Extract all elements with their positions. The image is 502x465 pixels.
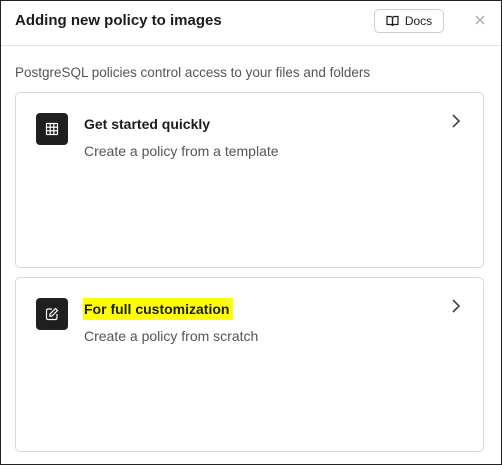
book-icon [386,15,399,27]
card-title: For full customization [83,298,234,320]
card-description: Create a policy from scratch [84,328,259,344]
chevron-right-icon [451,298,461,314]
dialog-header: Adding new policy to images Docs [1,1,501,46]
dialog-title: Adding new policy to images [15,12,222,29]
dialog-subtitle: PostgreSQL policies control access to yo… [15,65,371,80]
close-icon[interactable] [473,13,487,27]
docs-label: Docs [404,14,433,28]
policy-dialog: Adding new policy to images Docs Postgre… [0,0,502,465]
card-description: Create a policy from a template [84,143,279,159]
edit-icon [36,298,68,330]
grid-icon [36,113,68,145]
template-option-card[interactable]: Get started quickly Create a policy from… [15,92,484,268]
scratch-option-card[interactable]: For full customization Create a policy f… [15,277,484,452]
docs-button[interactable]: Docs [374,9,444,33]
chevron-right-icon [451,113,461,129]
card-title: Get started quickly [84,116,211,132]
